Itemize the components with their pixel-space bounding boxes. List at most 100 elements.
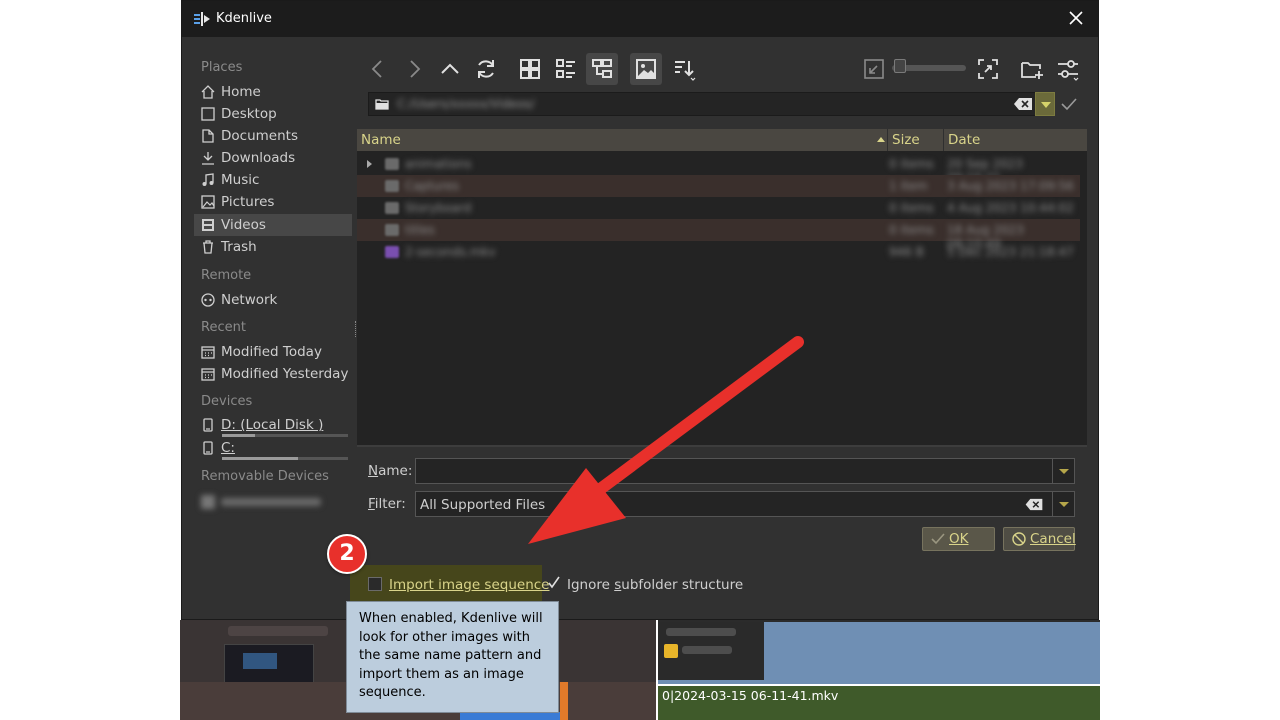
folder-icon xyxy=(385,202,399,214)
expand-arrow-icon[interactable] xyxy=(367,160,372,168)
icons-view-button[interactable] xyxy=(514,53,546,85)
place-pictures[interactable]: Pictures xyxy=(194,191,352,213)
forward-button[interactable] xyxy=(398,53,430,85)
column-date[interactable]: Date xyxy=(948,132,980,148)
location-bar[interactable]: C:/Users/xxxxx/Videos/ xyxy=(368,92,1040,116)
folder-icon xyxy=(375,99,389,110)
grid-view-icon xyxy=(520,59,540,79)
place-modified-yesterday[interactable]: Modified Yesterday xyxy=(194,363,352,385)
ignore-subfolder-label[interactable]: Ignore subfolder structure xyxy=(567,577,743,593)
window-title: Kdenlive xyxy=(216,11,272,26)
chevron-up-icon xyxy=(441,63,459,74)
list-view-icon xyxy=(556,59,575,78)
step-badge: 2 xyxy=(327,534,367,574)
place-drive-c[interactable]: C: xyxy=(194,437,352,459)
file-list-header: Name Size Date xyxy=(357,129,1087,151)
location-path-blurred: C:/Users/xxxxx/Videos/ xyxy=(397,97,535,111)
close-icon xyxy=(1069,11,1083,25)
place-network[interactable]: Network xyxy=(194,289,352,311)
zoom-slider-handle[interactable] xyxy=(894,59,906,73)
zoom-in-button[interactable] xyxy=(972,53,1004,85)
audio-clip: 0|2024-03-15 06-11-41.mkv xyxy=(658,686,1100,720)
background-timeline: 0|2024-03-15 06-11-41.mkv xyxy=(180,620,1100,720)
location-history-dropdown[interactable] xyxy=(1035,92,1055,116)
drive-icon xyxy=(203,418,213,432)
usb-icon xyxy=(201,495,215,509)
disk-usage-bar-c xyxy=(222,457,348,460)
import-sequence-checkbox[interactable] xyxy=(368,577,382,591)
preview-button[interactable] xyxy=(630,53,662,85)
tooltip: When enabled, Kdenlive will look for oth… xyxy=(346,601,559,713)
drive-icon xyxy=(203,441,213,455)
column-size[interactable]: Size xyxy=(892,132,920,148)
back-button[interactable] xyxy=(362,53,394,85)
folder-icon xyxy=(385,180,399,192)
clear-text-icon[interactable] xyxy=(1013,97,1033,111)
checkmark-icon xyxy=(931,533,945,545)
name-history-dropdown[interactable] xyxy=(1052,459,1074,483)
checkmark-icon[interactable] xyxy=(547,576,561,590)
compact-view-button[interactable] xyxy=(550,53,582,85)
music-icon xyxy=(202,173,214,186)
sort-icon xyxy=(675,61,696,81)
settings-sliders-icon xyxy=(1058,60,1079,81)
folder-icon xyxy=(385,224,399,236)
clip-thumbnail xyxy=(224,644,314,684)
place-videos[interactable]: Videos xyxy=(194,214,352,236)
filter-dropdown[interactable] xyxy=(1052,492,1074,516)
ok-button[interactable]: OK xyxy=(922,527,995,551)
parent-folder-button[interactable] xyxy=(434,53,466,85)
refresh-icon xyxy=(478,60,494,78)
place-trash[interactable]: Trash xyxy=(194,236,352,258)
places-panel: Places Home Desktop Documents Downloads … xyxy=(194,55,354,509)
place-home[interactable]: Home xyxy=(194,81,352,103)
zoom-in-icon xyxy=(978,59,998,79)
file-row[interactable]: animations 0 items 20 Sep 2023 09:15:21 xyxy=(357,153,1080,185)
place-downloads[interactable]: Downloads xyxy=(194,147,352,169)
home-icon xyxy=(201,85,215,99)
video-file-icon xyxy=(385,246,399,258)
place-removable-device[interactable] xyxy=(194,491,352,513)
filter-label: Filter: xyxy=(368,496,406,512)
cancel-icon xyxy=(1012,532,1026,546)
cancel-button[interactable]: Cancel xyxy=(1003,527,1076,551)
place-music[interactable]: Music xyxy=(194,169,352,191)
toolbar xyxy=(362,53,1092,87)
trash-icon xyxy=(203,240,213,254)
tree-view-button[interactable] xyxy=(586,53,618,85)
image-preview-icon xyxy=(636,59,656,79)
file-row[interactable]: Captures 1 item 3 Aug 2023 17:09:56 xyxy=(357,175,1080,197)
place-drive-d[interactable]: D: (Local Disk ) xyxy=(194,414,352,436)
file-row[interactable]: 2-seconds.mkv 946 B 5 Dec 2023 21:18:47 xyxy=(357,241,1080,263)
file-row[interactable]: Storyboard 0 items 4 Aug 2023 10:44:02 xyxy=(357,197,1080,219)
clip-thumb-icon xyxy=(664,644,678,658)
clip-preview xyxy=(658,622,764,680)
timeline-marker xyxy=(560,682,568,720)
new-folder-icon xyxy=(1021,62,1043,79)
section-devices: Devices xyxy=(201,394,253,409)
column-name[interactable]: Name xyxy=(361,132,401,148)
sort-button[interactable] xyxy=(668,53,700,85)
annotation-arrow xyxy=(528,336,804,544)
disk-usage-fill xyxy=(222,457,298,460)
section-recent: Recent xyxy=(201,320,246,335)
chevron-right-icon xyxy=(410,60,421,78)
timeline-clip-strip xyxy=(460,712,560,720)
reload-button[interactable] xyxy=(470,53,502,85)
import-sequence-label[interactable]: Import image sequence xyxy=(389,577,550,593)
title-bar: Kdenlive xyxy=(182,1,1098,37)
zoom-out-button[interactable] xyxy=(858,53,890,85)
calendar-icon xyxy=(201,368,215,381)
network-icon xyxy=(201,293,215,307)
download-icon xyxy=(202,152,214,165)
new-folder-button[interactable] xyxy=(1016,53,1048,85)
place-modified-today[interactable]: Modified Today xyxy=(194,341,352,363)
place-desktop[interactable]: Desktop xyxy=(194,103,352,125)
checkmark-icon[interactable] xyxy=(1060,95,1078,113)
clear-text-icon[interactable] xyxy=(1024,498,1044,511)
close-button[interactable] xyxy=(1066,8,1086,28)
file-row[interactable]: titles 0 items 18 Aug 2023 08:10:49 xyxy=(357,219,1080,251)
place-documents[interactable]: Documents xyxy=(194,125,352,147)
section-places: Places xyxy=(201,60,243,75)
options-button[interactable] xyxy=(1052,53,1084,85)
